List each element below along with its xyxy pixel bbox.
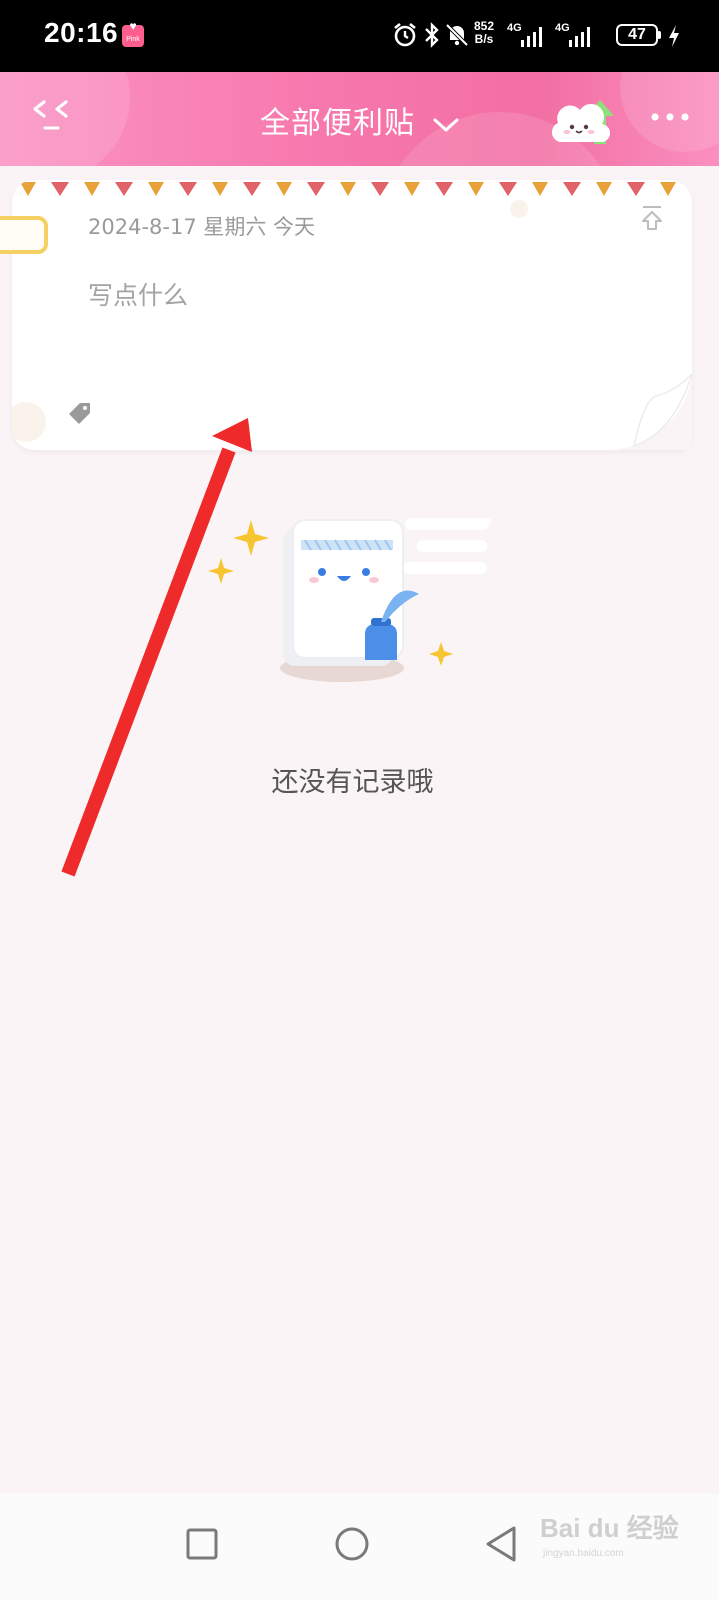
bunting-flag — [212, 182, 228, 196]
bunting-flag — [243, 182, 261, 196]
back-triangle-icon[interactable] — [472, 1514, 532, 1574]
status-time: 20:16 — [44, 17, 119, 48]
pink-app-icon: Pink — [122, 15, 144, 47]
tag-icon[interactable] — [68, 402, 92, 426]
baidu-watermark: Bai du 经验 — [540, 1513, 679, 1543]
empty-state-text: 还没有记录哦 — [271, 767, 434, 798]
bunting-flag — [276, 182, 292, 196]
more-dots-icon[interactable] — [650, 112, 690, 122]
bunting-flag — [115, 182, 133, 196]
note-side-tab — [0, 216, 48, 254]
bunting-flag — [307, 182, 325, 196]
page-title: 全部便利贴 — [260, 106, 415, 141]
bunting-flag — [371, 182, 389, 196]
bunting-flag — [179, 182, 197, 196]
charging-bolt-icon — [669, 25, 679, 47]
note-date: 2024-8-17 星期六 今天 — [88, 215, 316, 239]
bunting-flag — [660, 182, 676, 196]
page-curl-decoration — [614, 372, 693, 450]
home-circle-icon[interactable] — [322, 1514, 382, 1574]
bunting-flag — [532, 182, 548, 196]
bunting-flag — [563, 182, 581, 196]
recent-apps-square-icon[interactable] — [172, 1514, 232, 1574]
signal-bars-icon — [521, 27, 542, 47]
mute-bell-icon — [445, 23, 469, 47]
bunting-flag — [84, 182, 100, 196]
status-icons: 852 B/s 4G 4G 47 — [379, 0, 719, 72]
cloud-sync-icon[interactable] — [550, 94, 620, 150]
net-speed: 852 B/s — [474, 20, 494, 46]
bunting-flag — [435, 182, 453, 196]
status-bar: 20:16 Pink 852 B/s 4G 4G 47 — [0, 0, 719, 72]
bluetooth-icon — [425, 22, 439, 48]
pin-to-top-icon[interactable] — [640, 204, 664, 232]
bunting-flag — [340, 182, 356, 196]
coffee-stain-decor — [12, 402, 46, 442]
empty-notepad-illustration — [208, 518, 491, 682]
net-speed-unit: B/s — [474, 32, 494, 46]
battery-indicator: 47 — [616, 24, 661, 46]
baidu-watermark-url: jingyan.baidu.com — [543, 1548, 624, 1559]
bunting-flag — [627, 182, 645, 196]
bunting-flag — [20, 182, 36, 196]
signal-bars-2-icon — [569, 27, 590, 47]
app-header: 全部便利贴 — [0, 72, 719, 166]
bunting-flag — [596, 182, 612, 196]
bunting-flag — [468, 182, 484, 196]
note-placeholder[interactable]: 写点什么 — [88, 276, 188, 312]
coffee-stain-decor — [510, 200, 528, 218]
bunting-flag — [404, 182, 420, 196]
bunting-flag — [499, 182, 517, 196]
bunting-flag — [148, 182, 164, 196]
chevron-down-icon — [433, 118, 459, 131]
bunting-flag — [51, 182, 69, 196]
alarm-icon — [394, 22, 416, 47]
